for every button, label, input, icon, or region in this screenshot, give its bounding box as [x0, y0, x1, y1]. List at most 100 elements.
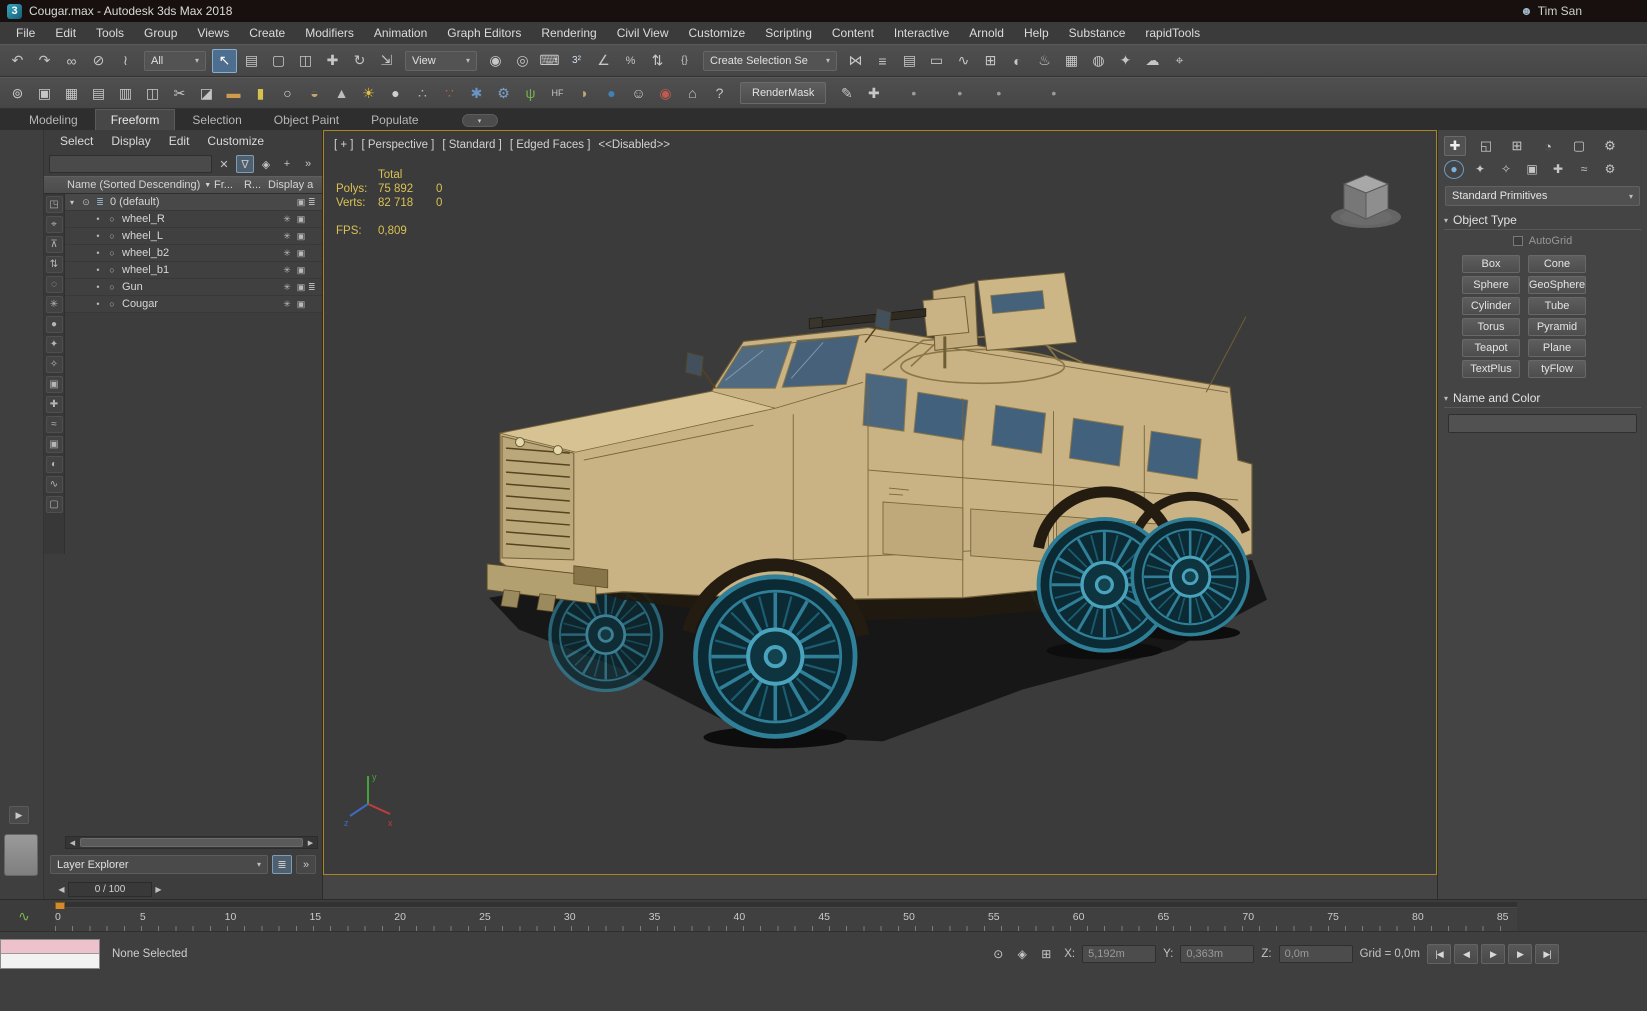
- menu-item[interactable]: Create: [239, 23, 295, 43]
- object-row[interactable]: • ○ wheel_R ✳ ▣: [65, 211, 322, 228]
- named-selection-dropdown[interactable]: Create Selection Se ▾: [703, 50, 837, 71]
- spinner-snap-icon[interactable]: ⇅: [645, 49, 670, 73]
- camera-track-icon[interactable]: ◫: [140, 81, 165, 105]
- clapperboard-icon[interactable]: ◪: [194, 81, 219, 105]
- ribbon-tab[interactable]: Populate: [356, 110, 433, 130]
- category-geometry-icon[interactable]: ●: [1444, 160, 1464, 179]
- menu-item[interactable]: Scripting: [755, 23, 822, 43]
- select-and-manipulate-icon[interactable]: ◎: [510, 49, 535, 73]
- render-setup-icon[interactable]: ♨: [1032, 49, 1057, 73]
- explorer-mode-hierarchy-icon[interactable]: »: [296, 855, 316, 874]
- primitive-button[interactable]: Tube: [1528, 297, 1586, 315]
- select-and-link-icon[interactable]: ∞: [59, 49, 84, 73]
- layer-row[interactable]: ▾ ⊙ ≣ 0 (default) ▣ ≣: [65, 194, 322, 211]
- tab-display-icon[interactable]: ▢: [1568, 136, 1590, 156]
- viewport-pov-menu[interactable]: [ Perspective ]: [362, 139, 435, 151]
- category-helpers-icon[interactable]: ✚: [1548, 160, 1568, 179]
- display-helpers-icon[interactable]: ✚: [45, 396, 63, 413]
- category-lights-icon[interactable]: ✧: [1496, 160, 1516, 179]
- tab-motion-icon[interactable]: ◔: [1537, 136, 1559, 156]
- autogrid-checkbox[interactable]: [1512, 236, 1523, 246]
- align-icon[interactable]: ≡: [870, 49, 895, 73]
- freeze-toggle-icon[interactable]: ○: [105, 214, 119, 224]
- render-column-icon[interactable]: ▣: [294, 248, 308, 259]
- record-icon[interactable]: ◉: [653, 81, 678, 105]
- display-containers-icon[interactable]: ▢: [45, 496, 63, 513]
- viewport-shading-menu[interactable]: [ Edged Faces ]: [510, 139, 591, 151]
- menu-item[interactable]: Customize: [679, 23, 756, 43]
- menu-item[interactable]: Arnold: [959, 23, 1014, 43]
- percent-snap-icon[interactable]: %: [618, 49, 643, 73]
- scrollbar-thumb[interactable]: [80, 838, 303, 847]
- display-shapes-icon[interactable]: ✦: [45, 336, 63, 353]
- select-and-scale-icon[interactable]: ⇲: [374, 49, 399, 73]
- timeline-ruler[interactable]: 0 5 10 15 20 25 30 35 40 45 50 55 60 65 70 75 80 85: [55, 909, 1517, 931]
- window-crossing-icon[interactable]: ◫: [293, 49, 318, 73]
- display-spacewarps-icon[interactable]: ≈: [45, 416, 63, 433]
- rect-selection-region-icon[interactable]: ▢: [266, 49, 291, 73]
- explorer-horizontal-scrollbar[interactable]: ◀ ▶: [65, 836, 318, 849]
- schematic-view-icon[interactable]: ⊞: [978, 49, 1003, 73]
- explorer-menu-item[interactable]: Customize: [199, 132, 272, 150]
- capsule-shape-icon[interactable]: ▮: [248, 81, 273, 105]
- lighting-analysis-icon[interactable]: ✦: [1113, 49, 1138, 73]
- x-coordinate-field[interactable]: 5,192m: [1082, 945, 1157, 963]
- freeze-toggle-icon[interactable]: ○: [105, 282, 119, 292]
- menu-item[interactable]: Help: [1014, 23, 1059, 43]
- object-row[interactable]: • ○ wheel_L ✳ ▣: [65, 228, 322, 245]
- object-row[interactable]: • ○ wheel_b2 ✳ ▣: [65, 245, 322, 262]
- primitive-button[interactable]: TextPlus: [1462, 360, 1520, 378]
- shell-icon[interactable]: ◗: [572, 81, 597, 105]
- frame-display[interactable]: 0 / 100: [68, 882, 152, 897]
- freeze-toggle-icon[interactable]: ○: [105, 265, 119, 275]
- scissors-icon[interactable]: ✂: [167, 81, 192, 105]
- freeze-toggle-icon[interactable]: ○: [105, 248, 119, 258]
- angle-snap-icon[interactable]: ∠: [591, 49, 616, 73]
- object-row[interactable]: • ○ Gun ✳ ▣ ≣: [65, 279, 322, 296]
- grass-icon[interactable]: ψ: [518, 81, 543, 105]
- mini-curve-editor-button[interactable]: ∿: [12, 906, 36, 926]
- visibility-eye-icon[interactable]: ⊙: [79, 197, 93, 208]
- ribbon-toggle-icon[interactable]: ▭: [924, 49, 949, 73]
- next-frame-button[interactable]: ▶: [1508, 944, 1532, 964]
- primitive-button[interactable]: Cylinder: [1462, 297, 1520, 315]
- display-column-icon[interactable]: ≣: [308, 282, 322, 293]
- hair-fur-icon[interactable]: HF: [545, 81, 570, 105]
- sphere-icon[interactable]: ●: [383, 81, 408, 105]
- explorer-mode-layer-icon[interactable]: ≣: [272, 855, 292, 874]
- frozen-column-icon[interactable]: ✳: [280, 214, 294, 225]
- menu-item[interactable]: rapidTools: [1135, 23, 1210, 43]
- viewport-style-menu[interactable]: [ Standard ]: [442, 139, 501, 151]
- cone-icon[interactable]: ▲: [329, 81, 354, 105]
- render-column-icon[interactable]: ▣: [294, 197, 308, 208]
- display-column-icon[interactable]: ≣: [308, 197, 322, 208]
- viewport-general-menu[interactable]: [ + ]: [334, 139, 354, 151]
- atom-icon[interactable]: ✱: [464, 81, 489, 105]
- macro-recorder-line[interactable]: [1, 940, 99, 954]
- explorer-menu-item[interactable]: Display: [103, 132, 158, 150]
- object-row[interactable]: • ○ wheel_b1 ✳ ▣: [65, 262, 322, 279]
- undo-icon[interactable]: ↶: [5, 49, 30, 73]
- render-column-icon[interactable]: ▣: [294, 265, 308, 276]
- unlink-selection-icon[interactable]: ⊘: [86, 49, 111, 73]
- object-name-field[interactable]: [1448, 414, 1637, 433]
- menu-item[interactable]: Interactive: [884, 23, 959, 43]
- previous-frame-button[interactable]: ◀: [1454, 944, 1478, 964]
- frozen-column-icon[interactable]: ✳: [280, 231, 294, 242]
- menu-item[interactable]: Graph Editors: [437, 23, 531, 43]
- filter-funnel-icon[interactable]: ∇: [236, 155, 254, 173]
- striped-sphere-icon[interactable]: ◒: [302, 81, 327, 105]
- sun-icon[interactable]: ☀: [356, 81, 381, 105]
- explorer-mode-dropdown[interactable]: Layer Explorer ▾: [50, 855, 268, 874]
- display-hidden-icon[interactable]: ◌: [45, 276, 63, 293]
- table-icon[interactable]: ▤: [86, 81, 111, 105]
- rollout-object-type[interactable]: ▾ Object Type: [1444, 213, 1641, 230]
- grid-icon[interactable]: ▦: [59, 81, 84, 105]
- building-icon[interactable]: ⌂: [680, 81, 705, 105]
- menu-item[interactable]: Civil View: [607, 23, 679, 43]
- notes-icon[interactable]: ▥: [113, 81, 138, 105]
- civil-view-target-icon[interactable]: ⌖: [1167, 49, 1192, 73]
- rendered-frame-icon[interactable]: ▦: [1059, 49, 1084, 73]
- menu-item[interactable]: Group: [134, 23, 187, 43]
- mirror-icon[interactable]: ⋈: [843, 49, 868, 73]
